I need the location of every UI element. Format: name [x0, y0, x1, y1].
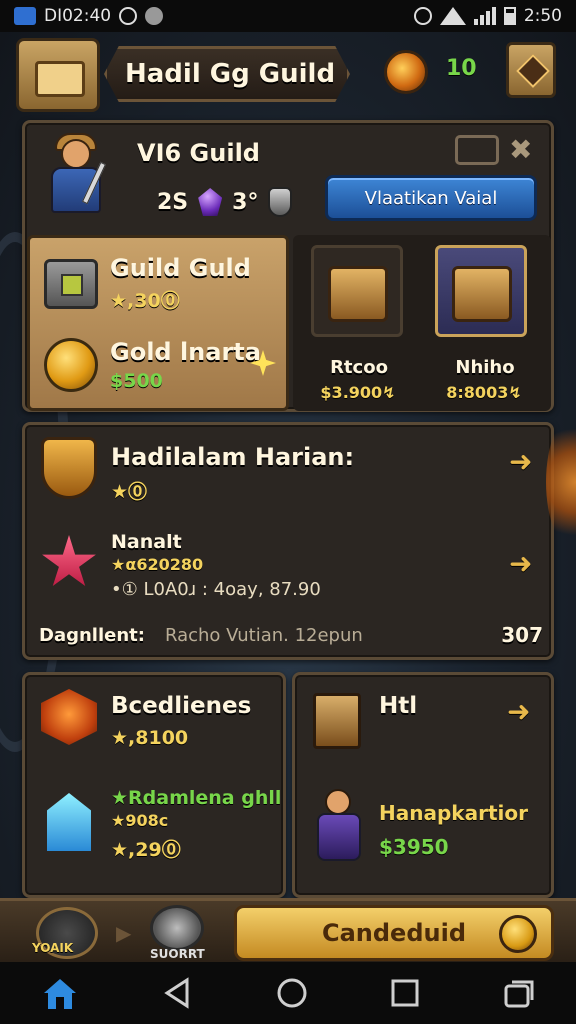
- sync-icon: [119, 7, 138, 25]
- star-icon: [42, 535, 96, 586]
- daily-title: Hadilalam Harian:: [111, 443, 355, 471]
- crystal-icon: [47, 793, 91, 851]
- hero-panel-title: Htl: [379, 693, 418, 719]
- fire-orb-icon: [384, 50, 428, 94]
- slot-label: Rtcoo: [330, 357, 388, 378]
- rewards-title: Bcedlienes: [111, 693, 252, 719]
- menu-button[interactable]: [16, 38, 100, 112]
- reward-item-name: ★Rdamlena ghll: [111, 787, 282, 809]
- status-time-left: DI02:40: [44, 6, 112, 26]
- system-nav-bar: [0, 962, 576, 1024]
- notification-dot-icon: [145, 7, 164, 25]
- chest-slot-selected[interactable]: [435, 245, 527, 337]
- resource-name: Gold lnarta: [110, 338, 261, 366]
- slot-label: Nhiho: [455, 357, 515, 378]
- app-switch-icon[interactable]: [502, 976, 536, 1010]
- guild-action-button[interactable]: Vlaatikan Vaial: [325, 175, 537, 221]
- footer-count: 307: [501, 623, 543, 647]
- arrow-right-icon[interactable]: ➜: [509, 547, 532, 580]
- medal-icon: [41, 689, 97, 745]
- status-bar: DI02:40 2:50: [0, 0, 576, 32]
- knight-avatar: [311, 787, 367, 865]
- close-icon[interactable]: ✖: [509, 136, 532, 164]
- task-stats: •① L0A0ɹ : 4oay, 87.90: [111, 579, 321, 600]
- arrow-right-icon[interactable]: ➜: [509, 445, 532, 478]
- guild-stat-a: 2S: [157, 189, 189, 215]
- currency-count: 10: [446, 56, 477, 81]
- resource-value: $500: [110, 370, 163, 392]
- action-bar: YOAIK ▶ SUORRT Candeduid: [0, 898, 576, 962]
- guild-name: VI6 Guild: [137, 139, 260, 167]
- footer-text: Racho Vutian. 12epun: [164, 624, 363, 646]
- game-screen: Hadil Gg Guild 10 VI6 Guild 2S 3° ✖ Vlaa…: [0, 32, 576, 962]
- scroll-icon: [35, 61, 85, 97]
- resource-value: ★,30⓪: [110, 290, 180, 312]
- home-circle-icon[interactable]: [275, 976, 309, 1010]
- axe-label: YOAIK: [32, 941, 74, 955]
- build-button[interactable]: [506, 42, 556, 98]
- status-right: 2:50: [413, 6, 562, 26]
- purple-gem-icon: [198, 188, 223, 216]
- panel-controls: ✖: [455, 135, 532, 165]
- reward-item-value-a: ★908c: [111, 811, 169, 830]
- guild-shield-icon: [41, 437, 97, 499]
- alarm-icon: [413, 7, 432, 25]
- daily-title-value: ★⓪: [111, 481, 148, 503]
- gold-coin-icon: [44, 338, 98, 392]
- footer-label: Dagnllent:: [39, 624, 145, 646]
- battery-icon: [503, 7, 516, 25]
- arrow-right-icon[interactable]: ➜: [507, 695, 530, 728]
- main-action-button[interactable]: Candeduid: [234, 905, 554, 961]
- wifi-icon: [439, 7, 466, 25]
- resource-name: Guild Guld: [110, 254, 251, 282]
- star-coin-icon: [499, 915, 537, 953]
- rewards-panel: Bcedlienes ★,8100 ★Rdamlena ghll ★908c ★…: [22, 672, 286, 898]
- guild-stat-b: 3°: [232, 189, 259, 215]
- back-icon[interactable]: [161, 976, 195, 1010]
- task-code: ★α620280: [111, 555, 204, 574]
- home-icon[interactable]: [40, 975, 80, 1011]
- task-name: Nanalt: [111, 531, 182, 553]
- signal-icon: [473, 7, 496, 25]
- hammer-icon: [516, 54, 550, 88]
- chevron-right-icon: ▶: [116, 921, 132, 945]
- hero-panel: Htl ➜ Hanapkartior $3950: [292, 672, 554, 898]
- locked-chest-icon: [452, 266, 512, 322]
- slot-price: 8:8003↯: [446, 383, 522, 402]
- sort-shield-icon[interactable]: [150, 905, 204, 951]
- chest-slots: Rtcoo $3.900↯ Nhiho 8:8003↯: [293, 235, 551, 411]
- shield-icon: [268, 187, 293, 217]
- chest-slot[interactable]: [311, 245, 403, 337]
- daily-footer: Dagnllent: Racho Vutian. 12epun 307: [39, 623, 543, 647]
- vault-icon: [313, 693, 361, 749]
- rewards-value: ★,8100: [111, 727, 189, 749]
- resource-list: Guild Guld ★,30⓪ Gold lnarta $500: [27, 235, 289, 411]
- hero-item-name: Hanapkartior: [379, 801, 528, 825]
- main-action-label: Candeduid: [321, 919, 467, 947]
- daily-panel: Hadilalam Harian: ★⓪ ➜ Nanalt ★α620280 •…: [22, 422, 554, 660]
- resource-item[interactable]: Guild Guld ★,30⓪: [44, 254, 251, 313]
- status-time-right: 2:50: [523, 6, 562, 26]
- hero-item-value: $3950: [379, 835, 449, 859]
- reward-item-value-b: ★,29⓪: [111, 839, 181, 861]
- page-title: Hadil Gg Guild: [104, 46, 350, 102]
- chest-icon: [328, 266, 388, 322]
- guild-stats: 2S 3°: [157, 187, 293, 217]
- slot-price: $3.900↯: [320, 383, 396, 402]
- guild-panel: VI6 Guild 2S 3° ✖ Vlaatikan Vaial Guild …: [22, 120, 554, 412]
- app-notification-icon: [14, 7, 36, 25]
- guild-leader-avatar: [41, 133, 111, 217]
- exit-icon[interactable]: [455, 135, 499, 165]
- resource-item[interactable]: Gold lnarta $500: [44, 338, 261, 392]
- status-left: DI02:40: [14, 6, 164, 26]
- sort-label: SUORRT: [150, 947, 205, 961]
- recents-icon[interactable]: [389, 977, 421, 1009]
- stone-cube-icon: [44, 258, 98, 309]
